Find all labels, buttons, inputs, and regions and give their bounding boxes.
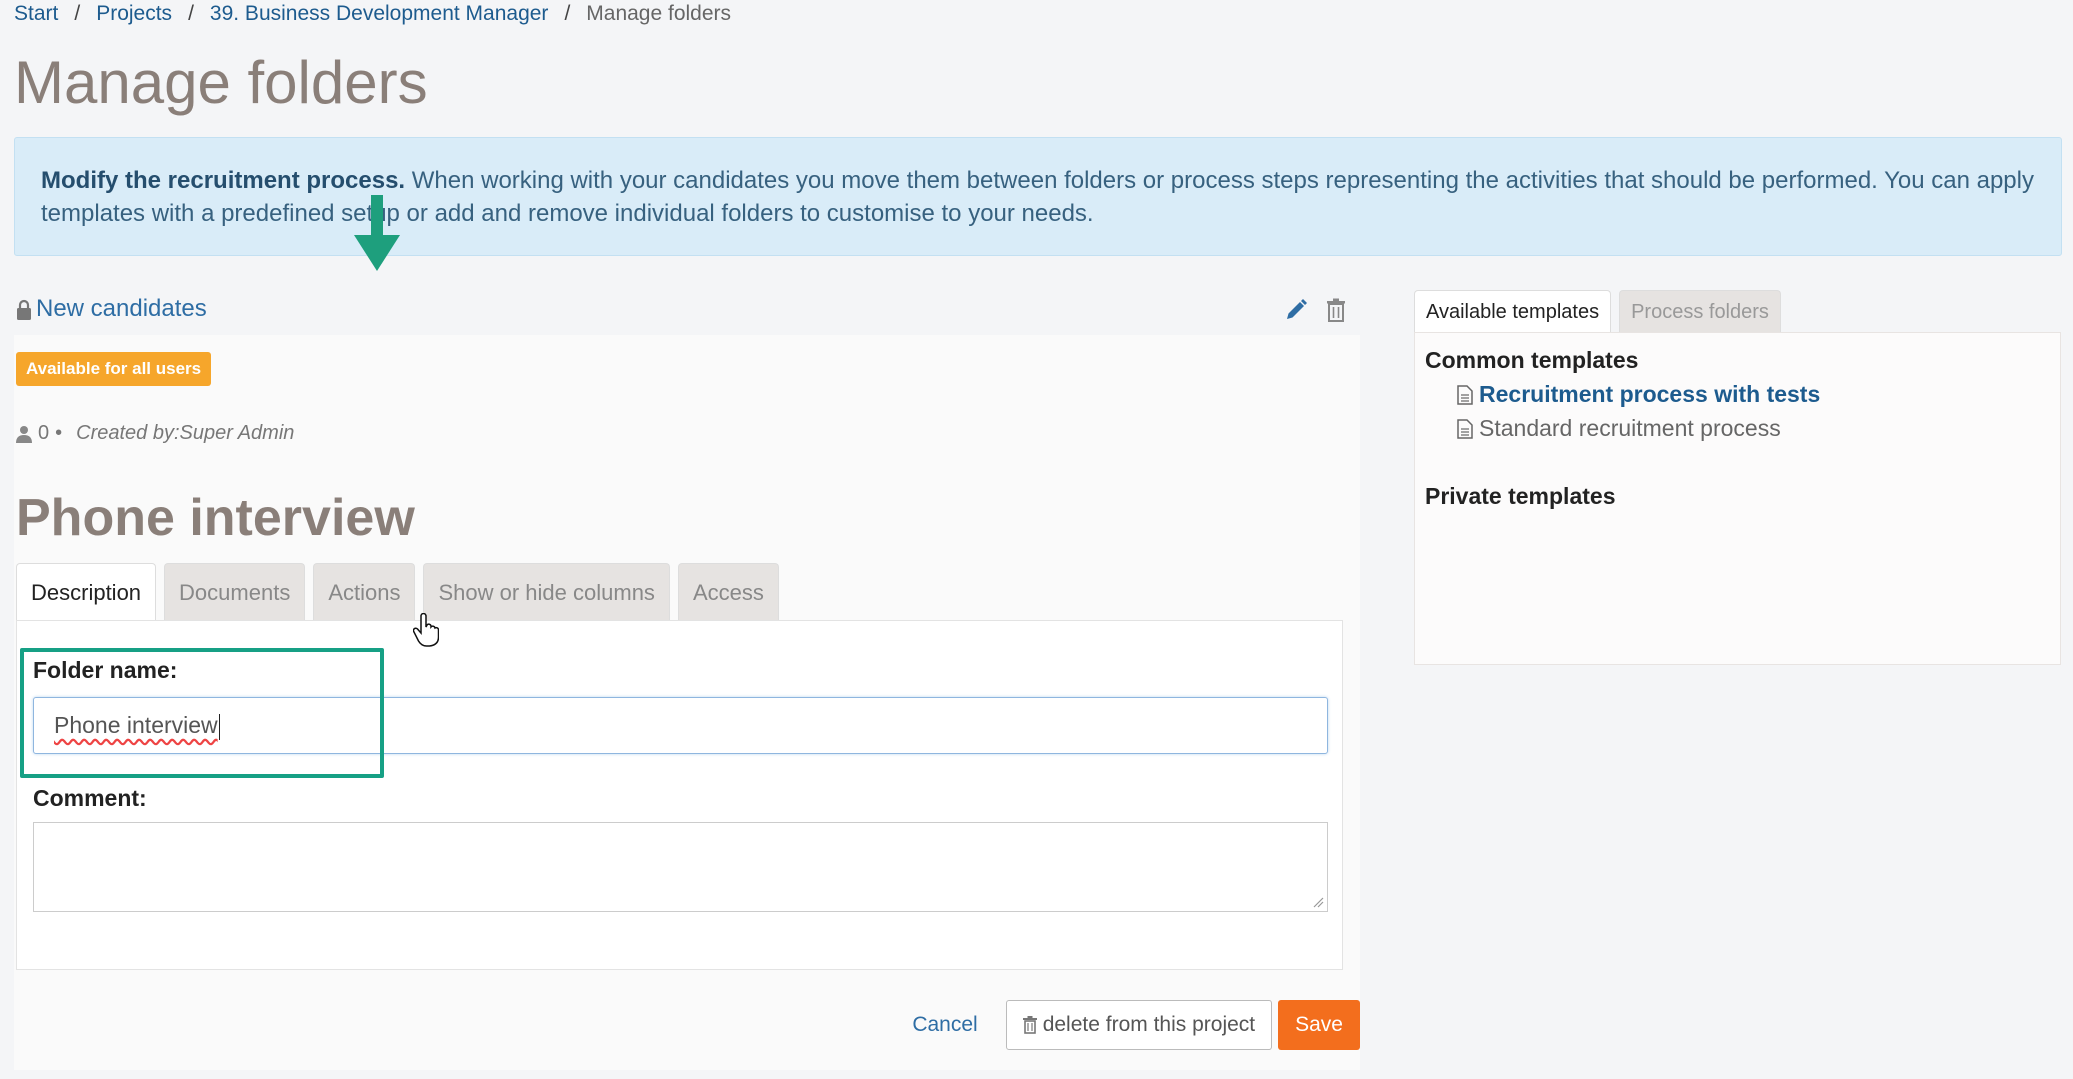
- subfolder-title: Phone interview: [16, 489, 415, 547]
- breadcrumb-start[interactable]: Start: [14, 2, 58, 26]
- lock-icon: [17, 299, 31, 320]
- tab-process-folders[interactable]: Process folders: [1619, 290, 1781, 332]
- text-caret: [218, 713, 220, 740]
- hand-cursor-icon: [413, 613, 439, 647]
- folder-name-value: Phone interview: [54, 712, 218, 738]
- breadcrumb-separator: /: [188, 2, 194, 25]
- folder-title[interactable]: New candidates: [36, 295, 207, 323]
- form-actions: Cancel delete from this project Save: [890, 1000, 1360, 1050]
- delete-button[interactable]: delete from this project: [1005, 1000, 1273, 1050]
- document-icon: [1457, 418, 1473, 439]
- info-box: Modify the recruitment process. When wor…: [14, 137, 2062, 256]
- folder-name-label: Folder name:: [33, 657, 178, 683]
- trash-icon[interactable]: [1326, 298, 1346, 322]
- cancel-button[interactable]: Cancel: [890, 1013, 999, 1037]
- tab-description[interactable]: Description: [16, 563, 157, 620]
- availability-badge: Available for all users: [16, 352, 212, 386]
- document-icon: [1457, 384, 1473, 405]
- tab-documents[interactable]: Documents: [164, 563, 306, 620]
- folder-header: New candidates: [14, 285, 1360, 335]
- tab-show-hide-columns[interactable]: Show or hide columns: [423, 563, 670, 620]
- trash-icon: [1022, 1016, 1037, 1034]
- delete-button-label: delete from this project: [1042, 1013, 1256, 1036]
- resize-handle-icon[interactable]: [1312, 896, 1324, 908]
- info-lead: Modify the recruitment process.: [41, 167, 406, 194]
- save-button[interactable]: Save: [1278, 1000, 1360, 1050]
- breadcrumb-separator: /: [564, 2, 571, 25]
- template-tabs: Available templates Process folders: [1414, 290, 1781, 332]
- tab-available-templates[interactable]: Available templates: [1414, 290, 1612, 332]
- folder-panel: New candidates Available for all users 0…: [14, 285, 1360, 1070]
- breadcrumb-projects[interactable]: Projects: [96, 2, 172, 26]
- templates-panel: Common templates Recruitment process wit…: [1414, 332, 2061, 665]
- meta-bullet: •: [55, 422, 63, 444]
- template-name: Standard recruitment process: [1479, 415, 1781, 441]
- breadcrumb-separator: /: [74, 2, 81, 25]
- created-by: Created by:Super Admin: [76, 422, 295, 444]
- template-name: Recruitment process with tests: [1479, 381, 1821, 407]
- page-title: Manage folders: [14, 49, 428, 116]
- breadcrumb: Start / Projects / 39. Business Developm…: [14, 2, 731, 26]
- description-tab-content: Folder name: Phone interview Comment:: [16, 620, 1343, 970]
- candidate-count: 0: [38, 422, 50, 444]
- comment-label: Comment:: [33, 785, 147, 811]
- template-item[interactable]: Standard recruitment process: [1457, 415, 1781, 442]
- folder-meta: 0 • Created by:Super Admin: [16, 422, 294, 445]
- breadcrumb-project[interactable]: 39. Business Development Manager: [210, 2, 549, 26]
- user-icon: [16, 425, 32, 443]
- arrow-down-icon: [354, 195, 400, 271]
- folder-tabs: Description Documents Actions Show or hi…: [16, 563, 779, 620]
- pencil-icon[interactable]: [1284, 298, 1308, 322]
- breadcrumb-current: Manage folders: [586, 2, 732, 25]
- template-item[interactable]: Recruitment process with tests: [1457, 381, 1820, 408]
- common-templates-heading: Common templates: [1425, 347, 1639, 373]
- folder-name-input[interactable]: Phone interview: [33, 697, 1328, 754]
- tab-actions[interactable]: Actions: [313, 563, 416, 620]
- tab-access[interactable]: Access: [677, 563, 779, 620]
- private-templates-heading: Private templates: [1425, 483, 1616, 509]
- comment-textarea[interactable]: [33, 822, 1328, 912]
